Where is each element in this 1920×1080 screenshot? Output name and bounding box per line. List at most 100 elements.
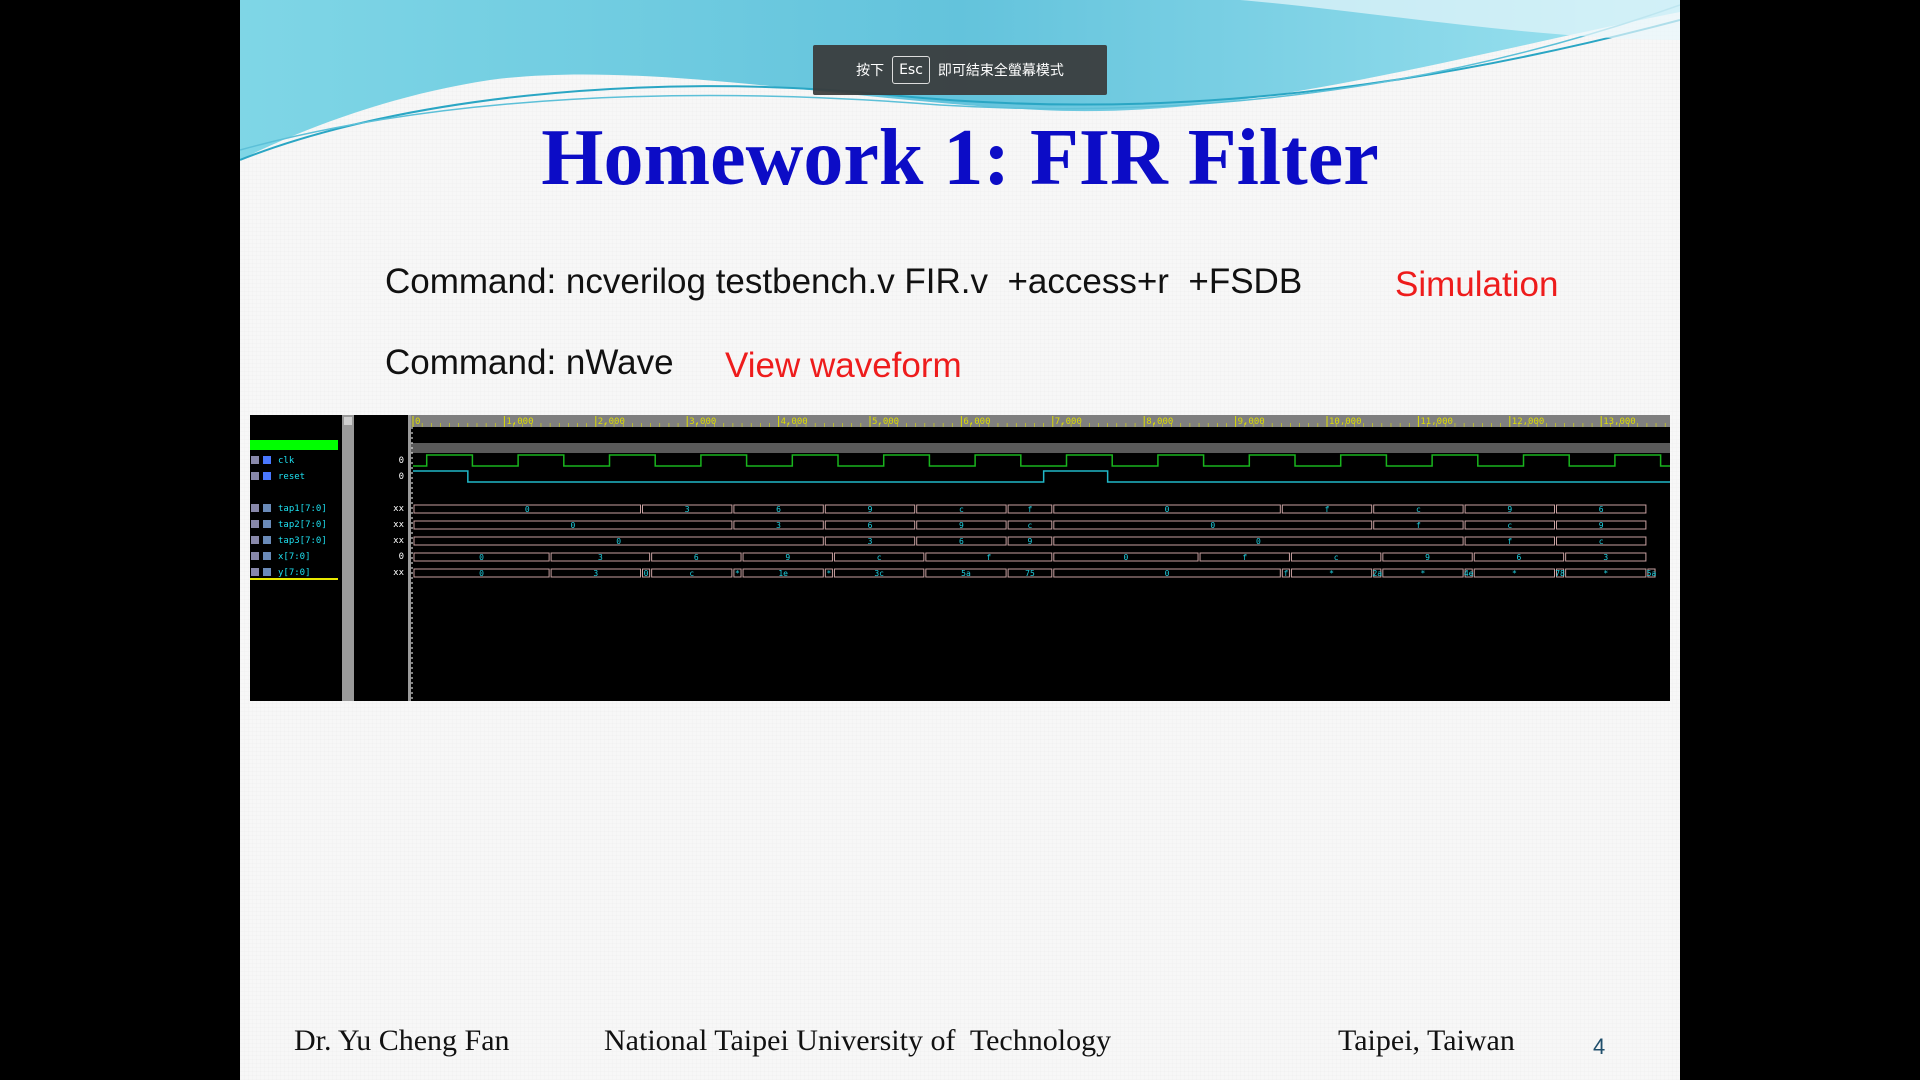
bus-value-label: 6 [868, 521, 873, 530]
reset-waveform[interactable] [413, 470, 1670, 483]
bus-signal-icon [263, 520, 271, 528]
bus-value-label: 0 [1124, 553, 1129, 562]
bus-value-label: 9 [1507, 505, 1512, 514]
bus-value-label: 9 [1425, 553, 1430, 562]
signal-value-4: xx [393, 536, 404, 546]
bus-value-label: 4e [1464, 569, 1474, 578]
view-waveform-label: View waveform [725, 346, 962, 385]
bit-signal-icon [263, 456, 271, 464]
ruler-label: 10,000 [1329, 417, 1362, 427]
ruler-label: 11,000 [1420, 417, 1453, 427]
bus-value-label: f [986, 553, 991, 562]
signal-type-icon [251, 456, 259, 464]
page-number: 4 [1593, 1034, 1606, 1059]
bus-value-label: 6 [1599, 505, 1604, 514]
bus-value-label: * [1603, 569, 1608, 578]
nwave-waveform-viewer[interactable]: 0 1,000 2,000 3,000 4,000 5,000 6,000 7,000 8,00… [250, 415, 1670, 701]
signal-type-icon [251, 552, 259, 560]
bus-value-label: 75 [1025, 569, 1035, 578]
clk-waveform[interactable] [413, 454, 1670, 467]
bus-value-label: c [1416, 505, 1421, 514]
bus-value-label: 0 [1210, 521, 1215, 530]
bus-value-label: c [689, 569, 694, 578]
slide: 按下 Esc 即可結束全螢幕模式 Homework 1: FIR Filter … [240, 0, 1680, 1080]
bus-value-label: * [735, 569, 740, 578]
bus-value-label: 9 [868, 505, 873, 514]
bus-value-label: 1e [778, 569, 788, 578]
bus-signal-icon [263, 504, 271, 512]
bus-value-label: 6 [694, 553, 699, 562]
footer-place: Taipei, Taiwan [1338, 1024, 1515, 1057]
hint-suffix: 即可結束全螢幕模式 [937, 63, 1064, 79]
pane-divider[interactable] [408, 415, 411, 701]
signal-value-2: xx [393, 504, 404, 514]
bus-value-label: c [1334, 553, 1339, 562]
bus-value-label: 6 [959, 537, 964, 546]
slide-title: Homework 1: FIR Filter [541, 114, 1379, 202]
nwave-command: Command: nWave [385, 343, 674, 382]
signal-type-icon [251, 568, 259, 576]
ruler-label: 5,000 [872, 417, 899, 427]
hint-prefix: 按下 [856, 63, 885, 79]
bus-signal-icon [263, 552, 271, 560]
footer-author: Dr. Yu Cheng Fan [294, 1024, 510, 1057]
bus-value-label: 9 [959, 521, 964, 530]
bus-value-label: f [1325, 505, 1330, 514]
bus-signal-icon [263, 536, 271, 544]
signal-name-1: reset [278, 472, 305, 482]
ruler-label: 9,000 [1238, 417, 1265, 427]
signal-value-3: xx [393, 520, 404, 530]
bus-value-label: 0 [479, 569, 484, 578]
pane-scrollbar[interactable] [342, 415, 354, 701]
footer-university: National Taipei University of Technology [604, 1024, 1112, 1057]
bus-value-label: 9 [1028, 537, 1033, 546]
ruler-label: 0 [415, 417, 420, 427]
ruler-label: 2,000 [598, 417, 625, 427]
bus-value-label: * [1512, 569, 1517, 578]
bus-value-label: 2a [1372, 569, 1382, 578]
bus-value-label: * [826, 569, 831, 578]
bus-value-label: 9 [1599, 521, 1604, 530]
ruler-label: 3,000 [689, 417, 716, 427]
signal-type-icon [251, 536, 259, 544]
bus-value-label: 3 [593, 569, 598, 578]
signal-name-4: tap3[7:0] [278, 536, 327, 546]
bus-value-label: 0 [571, 521, 576, 530]
simulation-label: Simulation [1395, 265, 1559, 304]
bus-value-label: c [877, 553, 882, 562]
bus-value-label: 6 [1517, 553, 1522, 562]
bus-signal-icon [263, 568, 271, 576]
signal-name-3: tap2[7:0] [278, 520, 327, 530]
esc-key-badge: Esc [892, 56, 930, 84]
bus-value-label: 0 [479, 553, 484, 562]
bus-value-label: c [959, 505, 964, 514]
group-header-bar [411, 443, 1670, 453]
fullscreen-exit-hint: 按下 Esc 即可結束全螢幕模式 [813, 45, 1107, 95]
bus-value-label: 0 [616, 537, 621, 546]
signal-type-icon [251, 504, 259, 512]
bus-value-label: f [1416, 521, 1421, 530]
bus-value-label: 5a [1647, 569, 1657, 578]
bus-value-label: 3 [776, 521, 781, 530]
scrollbar-up-arrow[interactable] [344, 417, 352, 425]
ruler-label: 13,000 [1603, 417, 1636, 427]
bus-value-label: f [1283, 569, 1288, 578]
bus-value-label: f [1242, 553, 1247, 562]
bus-value-label: * [1421, 569, 1426, 578]
bit-signal-icon [263, 472, 271, 480]
signal-selection-underline [250, 578, 338, 580]
signal-name-2: tap1[7:0] [278, 504, 327, 514]
bus-value-label: c [1507, 521, 1512, 530]
bus-value-label: 0 [644, 569, 649, 578]
bus-value-label: 0 [525, 505, 530, 514]
signal-type-icon [251, 472, 259, 480]
signal-name-5: x[7:0] [278, 552, 311, 562]
bus-value-label: 0 [1165, 569, 1170, 578]
signal-type-icon [251, 520, 259, 528]
bus-value-label: c [1028, 521, 1033, 530]
ruler-label: 12,000 [1512, 417, 1545, 427]
bus-value-label: 6 [776, 505, 781, 514]
ruler-label: 1,000 [506, 417, 533, 427]
waveform-canvas[interactable]: 0 1,000 2,000 3,000 4,000 5,000 6,000 7,000 8,00… [250, 415, 1670, 701]
bus-value-label: 3 [868, 537, 873, 546]
